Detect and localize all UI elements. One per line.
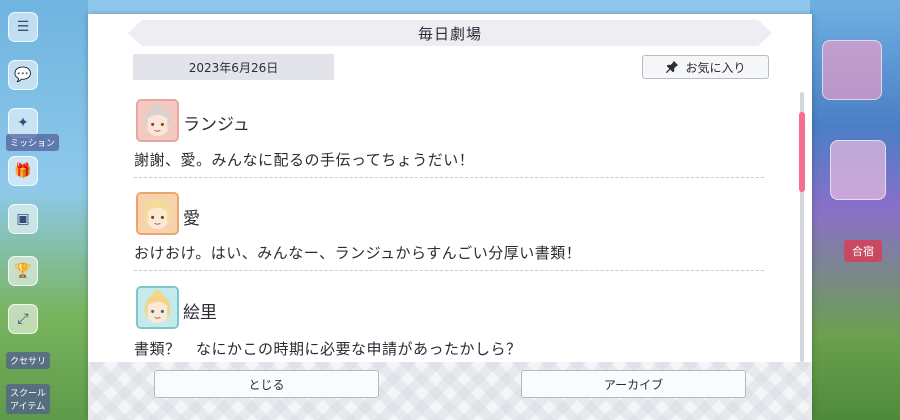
speaker-name: ランジュ (183, 115, 250, 135)
modal-title: 毎日劇場 (417, 24, 482, 43)
entry-divider (134, 270, 764, 271)
expand-icon[interactable]: ⤢ (8, 304, 38, 334)
side-label-mission: ミッション (6, 134, 60, 151)
side-label-accessory: クセサリ (6, 352, 51, 369)
speaker-name: 絵里 (183, 303, 217, 323)
favorite-button[interactable]: お気に入り (642, 55, 769, 79)
camp-ribbon[interactable]: 合宿 (844, 240, 882, 262)
close-button[interactable]: とじる (154, 370, 379, 398)
eli-avatar-icon (136, 286, 179, 329)
scrollbar-thumb[interactable] (799, 112, 805, 192)
card-icon[interactable]: ▣ (8, 204, 38, 234)
archive-button[interactable]: アーカイブ (521, 370, 746, 398)
daily-theater-modal: 毎日劇場 2023年6月26日 お気に入り ランジュ 謝謝、愛。みんなに配るの手… (88, 14, 812, 420)
entry-divider (134, 177, 764, 178)
dialog-line: おけおけ。はい、みんなー、ランジュからすんごい分厚い書類！ (134, 244, 582, 262)
menu-icon[interactable]: ☰ (8, 12, 38, 42)
chat-icon[interactable]: 💬 (8, 60, 38, 90)
ai-avatar-icon (136, 192, 179, 235)
modal-title-bar: 毎日劇場 (128, 20, 772, 46)
background-left-panel: ☰ 💬 ✦ 🎁 ▣ 🏆 ⤢ ミッション クセサリ スクール アイテム (0, 0, 88, 420)
event-banner[interactable] (822, 40, 882, 100)
speaker-name: 愛 (183, 209, 200, 229)
pin-icon (666, 60, 679, 74)
dialog-line: 謝謝、愛。みんなに配るの手伝ってちょうだい！ (134, 151, 475, 169)
shop-banner[interactable] (830, 140, 886, 200)
dialog-line: 書類？ なにかこの時期に必要な申請があったかしら？ (134, 340, 522, 358)
side-label-school-item: スクール アイテム (6, 384, 51, 414)
date-badge: 2023年6月26日 (133, 54, 334, 80)
gift-icon[interactable]: 🎁 (8, 156, 38, 186)
background-right-panel: 合宿 (810, 0, 900, 420)
favorite-label: お気に入り (685, 60, 746, 75)
dialog-list[interactable]: ランジュ 謝謝、愛。みんなに配るの手伝ってちょうだい！ 愛 おけおけ。はい、みん… (132, 92, 772, 364)
lanzhu-avatar-icon (136, 99, 179, 142)
trophy-icon[interactable]: 🏆 (8, 256, 38, 286)
